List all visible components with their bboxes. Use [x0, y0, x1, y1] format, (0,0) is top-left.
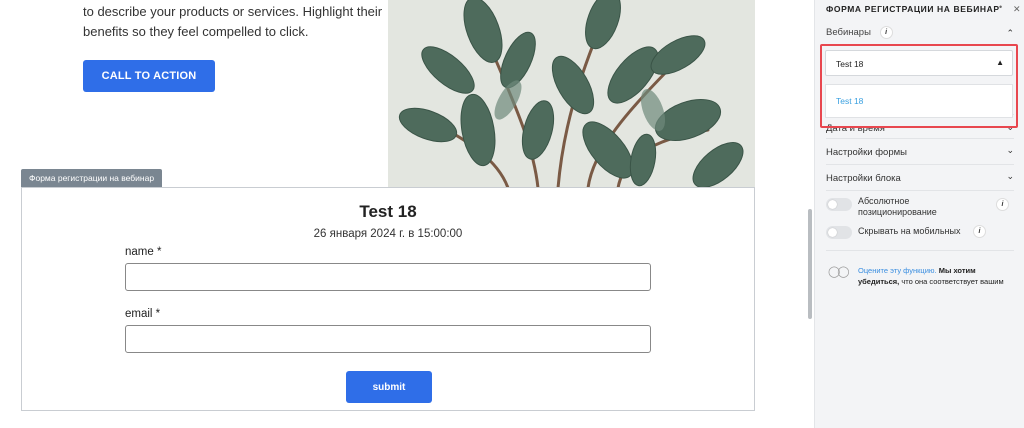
- rate-text-2: что она соответствует вашим: [899, 277, 1004, 286]
- plant-illustration: [388, 0, 755, 188]
- canvas-scrollbar[interactable]: [808, 209, 812, 319]
- panel-title: ФОРМА РЕГИСТРАЦИИ НА ВЕБИНАР: [826, 4, 1000, 14]
- divider: [826, 250, 1014, 252]
- highlight-box: [820, 44, 1018, 128]
- hero-text-line1: to describe your products or services. H…: [83, 4, 383, 19]
- section-block-settings-label: Настройки блока: [826, 173, 901, 184]
- webinars-section-header[interactable]: Вебинары i ⌃: [826, 26, 1014, 39]
- hide-on-mobile-toggle[interactable]: [826, 226, 852, 239]
- absolute-position-label: Абсолютное позиционирование: [858, 196, 937, 218]
- rate-text-1: Мы хотим: [936, 266, 976, 275]
- toggle-knob: [828, 200, 837, 209]
- email-field[interactable]: [125, 325, 651, 353]
- form-block-tag[interactable]: Форма регистрации на вебинар: [21, 169, 163, 187]
- close-icon[interactable]: ✕: [1013, 4, 1021, 15]
- webinar-title: Test 18: [359, 202, 417, 221]
- section-form-settings-label: Настройки формы: [826, 147, 907, 158]
- chevron-up-icon[interactable]: ⌃: [1006, 28, 1014, 39]
- absolute-position-toggle[interactable]: [826, 198, 852, 211]
- collapse-icon[interactable]: •: [999, 2, 1002, 12]
- feedback-icon: ◯◯: [828, 266, 850, 278]
- chevron-down-icon: ⌄: [1006, 145, 1014, 155]
- absolute-position-label-line1: Абсолютное: [858, 196, 910, 206]
- call-to-action-button[interactable]: CALL TO ACTION: [83, 60, 215, 92]
- rate-feature-link[interactable]: Оцените эту функцию.: [858, 266, 937, 275]
- plant-photo: [388, 0, 755, 188]
- chevron-down-icon: ⌄: [1006, 171, 1014, 181]
- page-canvas: to describe your products or services. H…: [0, 0, 812, 428]
- submit-button[interactable]: submit: [346, 371, 432, 403]
- divider: [826, 190, 1014, 192]
- absolute-position-label-line2: позиционирование: [858, 207, 937, 217]
- info-icon[interactable]: i: [879, 26, 893, 39]
- section-block-settings[interactable]: Настройки блока ⌄: [826, 164, 1014, 191]
- name-field-label: name *: [125, 246, 162, 258]
- info-icon[interactable]: i: [996, 198, 1009, 211]
- name-field[interactable]: [125, 263, 651, 291]
- rate-text-bold: убедиться,: [858, 277, 900, 286]
- settings-panel: ФОРМА РЕГИСТРАЦИИ НА ВЕБИНАР • ✕ Вебинар…: [814, 0, 1024, 428]
- hide-on-mobile-label: Скрывать на мобильных: [858, 226, 961, 236]
- info-icon[interactable]: i: [973, 225, 986, 238]
- webinar-date: 26 января 2024 г. в 15:00:00: [313, 228, 463, 240]
- webinar-registration-form: Test 18 26 января 2024 г. в 15:00:00 nam…: [21, 187, 755, 411]
- webinars-label: Вебинары: [826, 27, 871, 39]
- rate-feature-text: Оцените эту функцию. Мы хотим убедиться,…: [858, 265, 1016, 287]
- section-form-settings[interactable]: Настройки формы ⌄: [826, 138, 1014, 165]
- hero-text: to describe your products or services. H…: [83, 2, 383, 42]
- email-field-label: email *: [125, 308, 161, 320]
- toggle-knob: [828, 228, 837, 237]
- hero-text-line2: benefits so they feel compelled to click…: [83, 24, 309, 39]
